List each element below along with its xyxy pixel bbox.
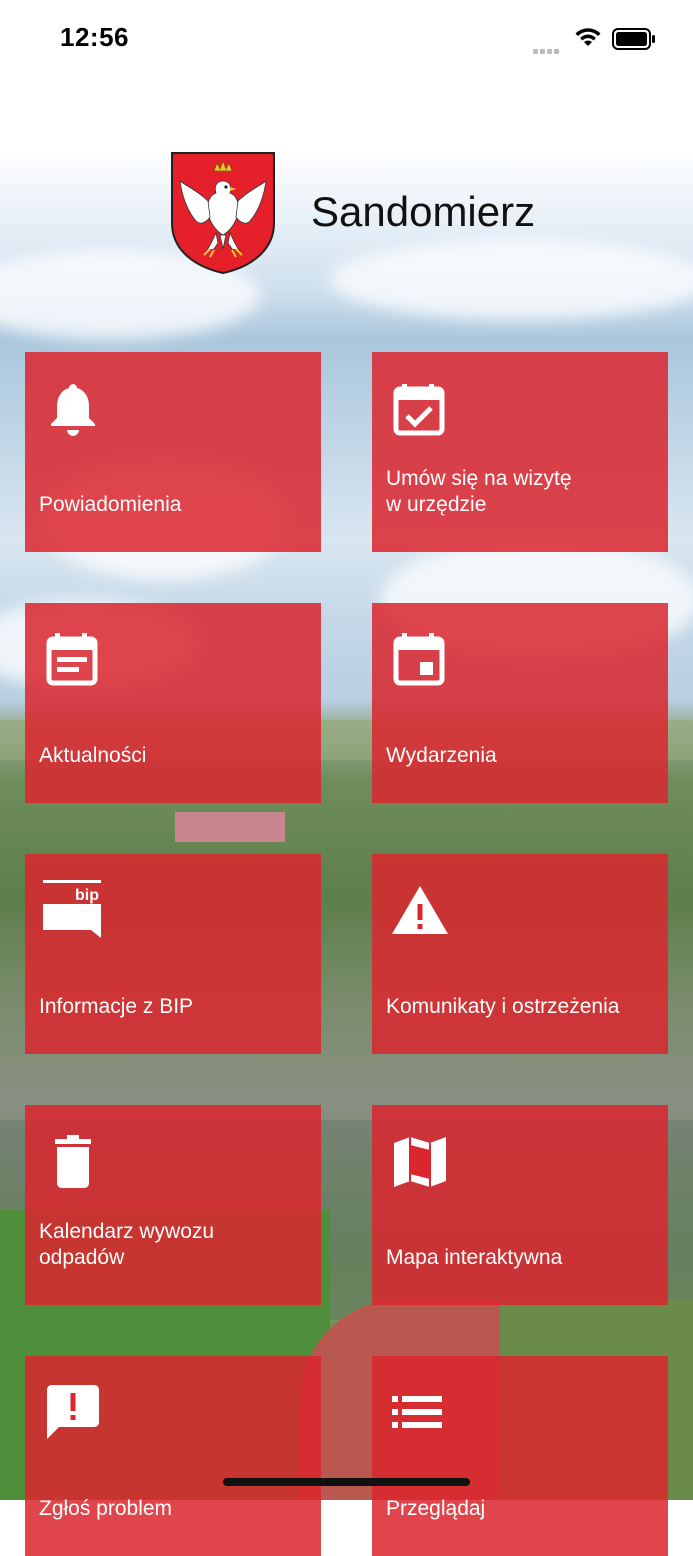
tile-label: Umów się na wizytę w urzędzie [386, 467, 572, 516]
status-bar: 12:56 [0, 0, 693, 80]
home-indicator[interactable] [223, 1478, 470, 1486]
tile-bip[interactable]: bip Informacje z BIP [25, 854, 321, 1054]
trash-icon [55, 1135, 91, 1188]
bip-icon-text: bip [75, 887, 99, 904]
bip-icon: bip [43, 880, 101, 938]
app-title: Sandomierz [311, 188, 536, 235]
calendar-event-icon [393, 633, 445, 686]
tile-browse[interactable]: Przeglądaj [372, 1356, 668, 1556]
tile-label: Wydarzenia [386, 744, 497, 767]
tile-label: Komunikaty i ostrzeżenia [386, 995, 620, 1018]
tile-label: Powiadomienia [39, 493, 182, 516]
warning-icon [392, 886, 448, 934]
tile-label: Informacje z BIP [39, 995, 194, 1018]
report-problem-icon [47, 1385, 99, 1439]
map-icon [394, 1137, 446, 1187]
calendar-news-icon [46, 633, 98, 686]
tile-label: Kalendarz wywozu odpadów [39, 1220, 215, 1269]
list-icon [392, 1396, 442, 1428]
tile-warnings[interactable]: Komunikaty i ostrzeżenia [372, 854, 668, 1054]
wifi-icon [575, 28, 601, 46]
bell-icon [51, 384, 95, 436]
battery-icon [612, 28, 655, 50]
tile-book-appointment[interactable]: Umów się na wizytę w urzędzie [372, 352, 668, 552]
tile-label: Mapa interaktywna [386, 1246, 563, 1269]
status-time: 12:56 [60, 22, 129, 52]
tile-interactive-map[interactable]: Mapa interaktywna [372, 1105, 668, 1305]
cellular-signal-icon [533, 41, 561, 59]
tile-report-problem[interactable]: Zgłoś problem [25, 1356, 321, 1556]
tile-label: Aktualności [39, 744, 147, 767]
tile-waste-calendar[interactable]: Kalendarz wywozu odpadów [25, 1105, 321, 1305]
tile-events[interactable]: Wydarzenia [372, 603, 668, 803]
calendar-check-icon [393, 384, 445, 436]
tile-notifications[interactable]: Powiadomienia [25, 352, 321, 552]
tile-news[interactable]: Aktualności [25, 603, 321, 803]
coat-of-arms-icon [171, 152, 275, 275]
